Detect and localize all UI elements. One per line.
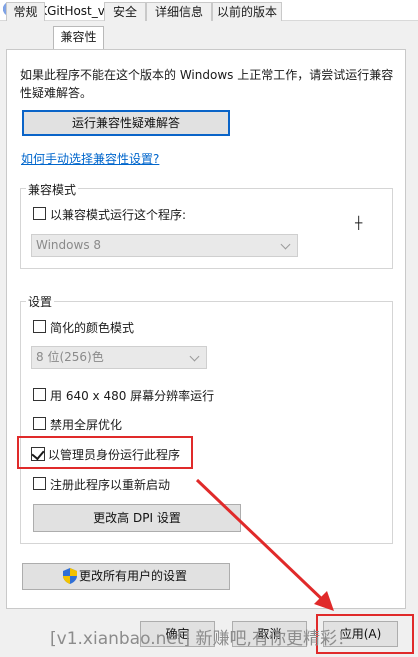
reduced-color-checkbox[interactable] bbox=[33, 320, 46, 333]
disable-fullscreen-checkbox[interactable] bbox=[33, 417, 46, 430]
mouse-cursor-icon: ┼ bbox=[355, 216, 363, 230]
change-all-users-label: 更改所有用户的设置 bbox=[79, 569, 188, 583]
tab-compatibility[interactable]: 兼容性 bbox=[53, 26, 104, 49]
color-depth-value: 8 位(256)色 bbox=[36, 350, 104, 364]
reduced-color-label: 简化的颜色模式 bbox=[50, 321, 135, 335]
annotation-highlight-admin bbox=[17, 436, 193, 469]
settings-group-label: 设置 bbox=[26, 293, 55, 310]
tab-details[interactable]: 详细信息 bbox=[146, 2, 212, 21]
tab-security[interactable]: 安全 bbox=[104, 2, 146, 21]
color-depth-dropdown[interactable]: 8 位(256)色 bbox=[31, 346, 207, 369]
disable-fullscreen-label: 禁用全屏优化 bbox=[50, 418, 123, 432]
change-all-users-button[interactable]: 更改所有用户的设置 bbox=[22, 563, 230, 590]
manual-settings-link[interactable]: 如何手动选择兼容性设置? bbox=[21, 150, 159, 167]
register-restart-checkbox[interactable] bbox=[33, 477, 46, 490]
compat-mode-checkbox-label: 以兼容模式运行这个程序: bbox=[50, 208, 187, 222]
register-restart-label: 注册此程序以重新启动 bbox=[50, 478, 171, 492]
watermark: [v1.xianbao.net] 新赚吧,有你更精彩！ bbox=[50, 629, 354, 649]
compat-mode-checkbox[interactable] bbox=[33, 207, 46, 220]
chevron-down-icon bbox=[280, 239, 291, 250]
uac-shield-icon bbox=[63, 568, 77, 584]
intro-text: 如果此程序不能在这个版本的 Windows 上正常工作，请尝试运行兼容性疑难解答… bbox=[20, 68, 394, 100]
resolution-640-checkbox[interactable] bbox=[33, 388, 46, 401]
resolution-640-label: 用 640 x 480 屏幕分辨率运行 bbox=[50, 389, 215, 403]
os-version-dropdown[interactable]: Windows 8 bbox=[31, 234, 298, 257]
tab-general[interactable]: 常规 bbox=[6, 2, 45, 21]
chevron-down-icon bbox=[189, 351, 200, 362]
run-troubleshooter-button[interactable]: 运行兼容性疑难解答 bbox=[22, 110, 230, 136]
tab-previous-versions[interactable]: 以前的版本 bbox=[212, 2, 282, 21]
os-version-value: Windows 8 bbox=[36, 238, 102, 252]
change-dpi-button[interactable]: 更改高 DPI 设置 bbox=[33, 504, 241, 532]
compat-mode-group-label: 兼容模式 bbox=[26, 181, 79, 198]
